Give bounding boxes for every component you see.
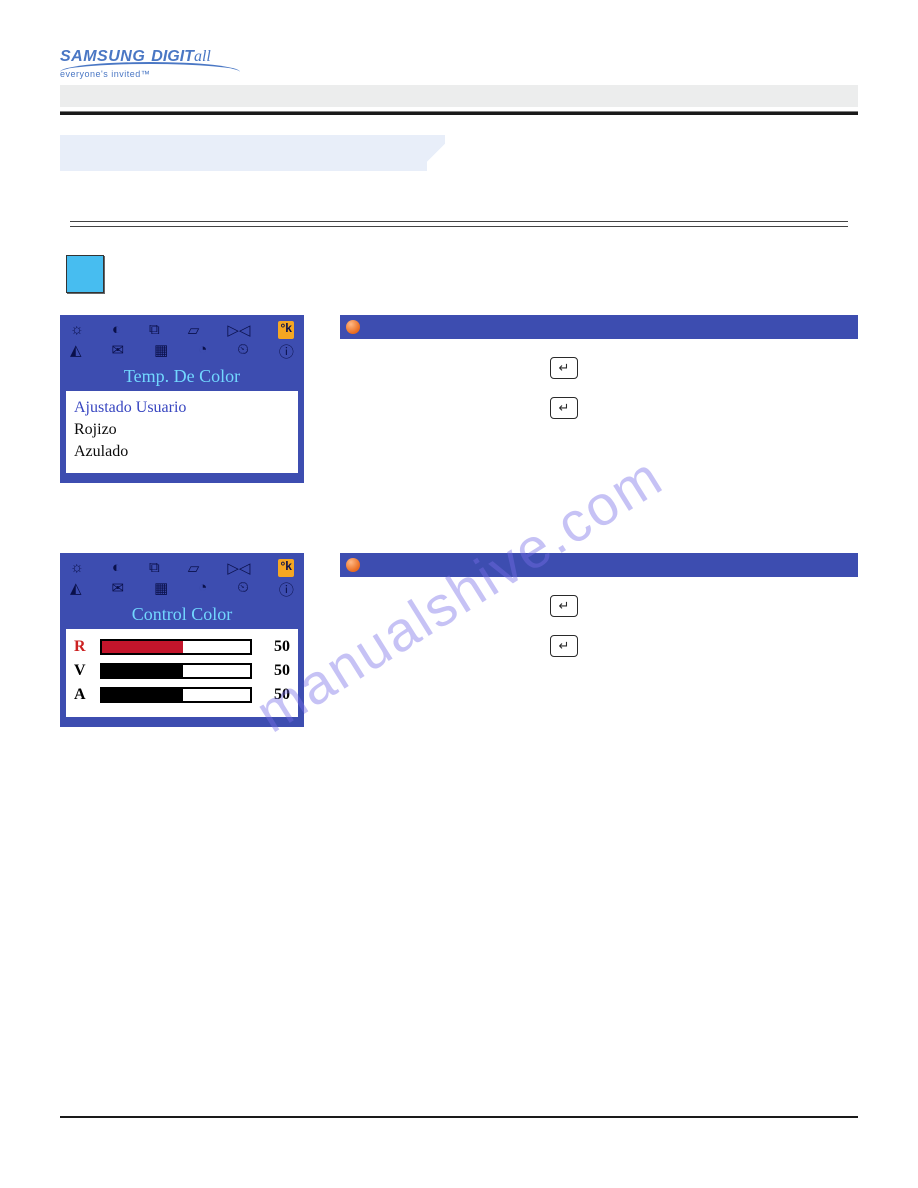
enter-key-icon: ↵ [550,595,578,617]
osd-option-azulado: Azulado [74,441,290,463]
display-icon: ▦ [154,579,168,600]
color-label-a: A [74,686,92,704]
instruction-row-2: ☼ ◐ ⧉ ▱ ▷◁ °k ◭ ✉ ▦ ◔ ⏲ ⓘ Control Color … [60,553,858,727]
language-icon: ✉ [112,341,125,362]
color-value-v: 50 [260,662,290,680]
osd-icon-row-bottom: ◭ ✉ ▦ ◔ ⏲ ⓘ [66,579,298,602]
osd-title: Control Color [66,602,298,629]
header-grey-strip [60,85,858,107]
brightness-icon: ☼ [70,559,84,577]
section-double-rule [70,221,848,227]
pip-icon: ◔ [198,579,207,600]
logo-tagline: everyone's invited™ [60,69,240,79]
color-bar-r [100,639,252,655]
logo-text-brand: SAMSUNG [60,48,145,66]
enter-key-icon: ↵ [550,397,578,419]
contrast-icon: ◐ [112,321,121,339]
language-icon: ✉ [112,579,125,600]
osd-icon-row-top: ☼ ◐ ⧉ ▱ ▷◁ °k [66,321,298,341]
brightness-icon: ☼ [70,321,84,339]
color-label-v: V [74,662,92,680]
bullet-dot-icon [346,558,360,572]
size-icon: ⧉ [149,321,160,339]
pip-icon: ◔ [198,341,207,362]
footer-rule [60,1116,858,1118]
source-icon: ▷◁ [227,321,250,339]
bullet-dot-icon [346,320,360,334]
color-value-a: 50 [260,686,290,704]
osd-body: Ajustado Usuario Rojizo Azulado [66,391,298,473]
brand-logo: SAMSUNG DIGITall everyone's invited™ [60,48,240,79]
color-temp-icon: °k [278,321,293,339]
osd-panel-color-control: ☼ ◐ ⧉ ▱ ▷◁ °k ◭ ✉ ▦ ◔ ⏲ ⓘ Control Color … [60,553,304,727]
geometry-icon: ◭ [70,341,82,362]
geometry-icon: ◭ [70,579,82,600]
logo-text-digit: DIGIT [151,48,194,65]
instruction-heading-bar [340,315,858,339]
osd-title: Temp. De Color [66,364,298,391]
display-icon: ▦ [154,341,168,362]
contrast-icon: ◐ [112,559,121,577]
instruction-heading-bar [340,553,858,577]
osd-body: R 50 V 50 A 50 [66,629,298,717]
position-icon: ▱ [188,321,200,339]
osd-panel-color-temp: ☼ ◐ ⧉ ▱ ▷◁ °k ◭ ✉ ▦ ◔ ⏲ ⓘ Temp. De Color… [60,315,304,483]
header-tab-strip [60,135,858,171]
color-label-r: R [74,638,92,656]
color-row-r: R 50 [74,635,290,659]
enter-key-icon: ↵ [550,635,578,657]
instruction-row-1: ☼ ◐ ⧉ ▱ ▷◁ °k ◭ ✉ ▦ ◔ ⏲ ⓘ Temp. De Color… [60,315,858,483]
instruction-text-1: ↵ ↵ [340,315,858,483]
color-temp-icon: °k [278,559,293,577]
color-bar-a [100,687,252,703]
osd-option-user: Ajustado Usuario [74,397,290,419]
manual-page: SAMSUNG DIGITall everyone's invited™ ☼ ◐… [0,0,918,1188]
logo-text-all: all [194,48,211,65]
osd-option-rojizo: Rojizo [74,419,290,441]
timer-icon: ⏲ [237,579,249,600]
osd-icon-row-bottom: ◭ ✉ ▦ ◔ ⏲ ⓘ [66,341,298,364]
timer-icon: ⏲ [237,341,249,362]
color-row-v: V 50 [74,659,290,683]
enter-key-icon: ↵ [550,357,578,379]
info-icon: ⓘ [279,579,294,600]
color-bar-v [100,663,252,679]
position-icon: ▱ [188,559,200,577]
instruction-text-2: ↵ ↵ [340,553,858,727]
color-value-r: 50 [260,638,290,656]
info-icon: ⓘ [279,341,294,362]
source-icon: ▷◁ [227,559,250,577]
osd-icon-row-top: ☼ ◐ ⧉ ▱ ▷◁ °k [66,559,298,579]
section-marker-square [66,255,104,293]
color-row-a: A 50 [74,683,290,707]
header-black-rule [60,111,858,115]
size-icon: ⧉ [149,559,160,577]
